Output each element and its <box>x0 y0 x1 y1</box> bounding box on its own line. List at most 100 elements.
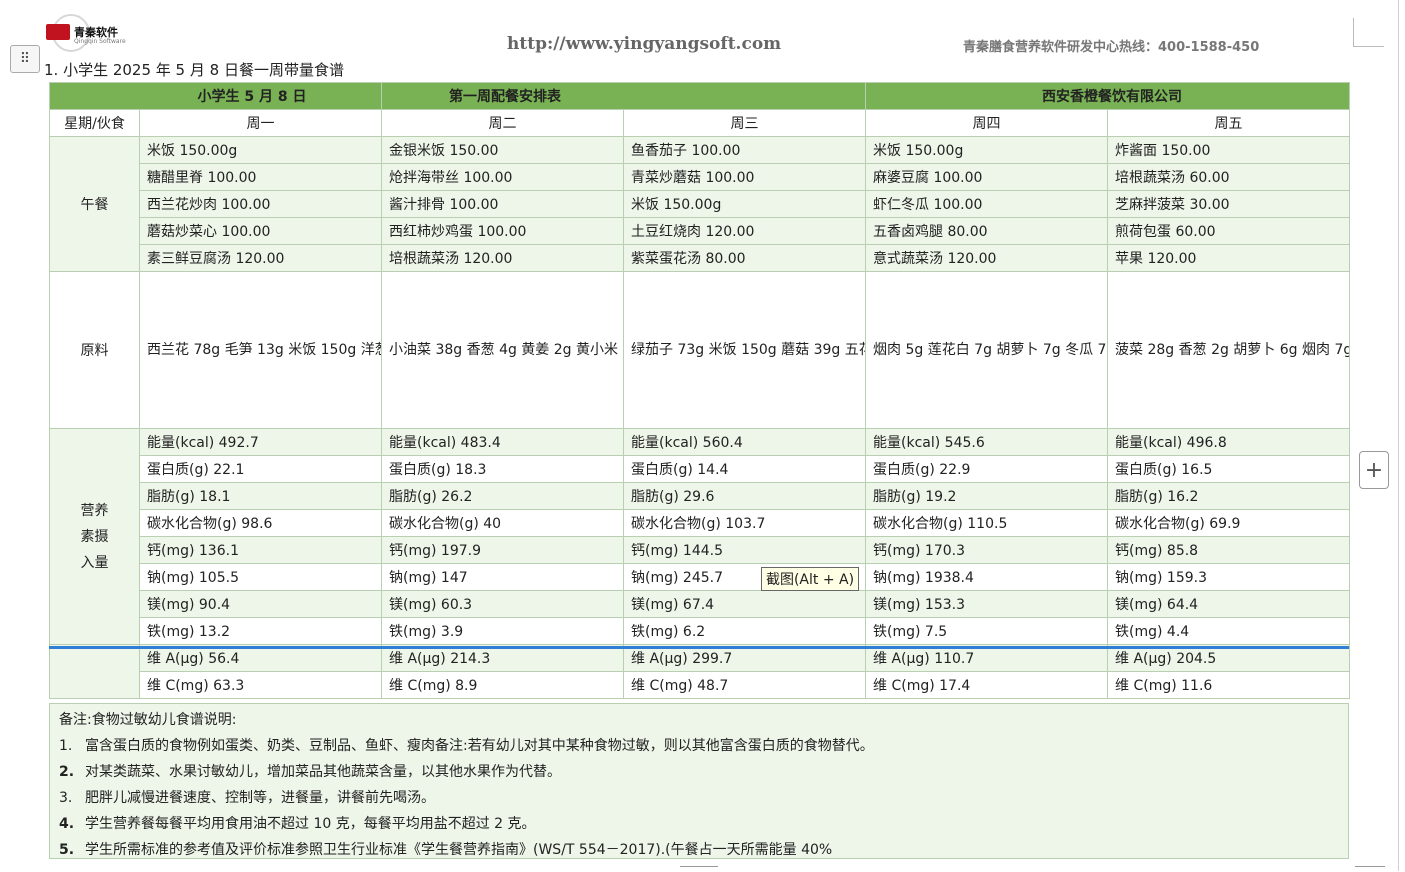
ingredients-cell[interactable]: 绿茄子 73g 米饭 150g 蘑菇 39g 五花肉 79g 菜籽油 1g 芝麻… <box>623 271 867 429</box>
note-item: 2. 对某类蔬菜、水果讨敏幼儿，增加菜品其他蔬菜含量，以其他水果作为代替。 <box>59 761 561 781</box>
lunch-cell[interactable]: 土豆红烧肉 120.00 <box>623 217 867 245</box>
lunch-cell[interactable]: 糖醋里脊 100.00 <box>138 163 383 191</box>
nutrition-cell[interactable]: 能量(kcal) 483.4 <box>381 428 625 456</box>
nutrition-cell[interactable]: 钙(mg) 144.5 <box>623 536 867 564</box>
lunch-cell[interactable]: 西红柿炒鸡蛋 100.00 <box>381 217 625 245</box>
lunch-cell[interactable]: 炸酱面 150.00 <box>1107 136 1351 164</box>
lunch-cell[interactable]: 五香卤鸡腿 80.00 <box>865 217 1109 245</box>
nutrition-cell[interactable]: 脂肪(g) 29.6 <box>623 482 867 510</box>
nutrition-cell[interactable]: 能量(kcal) 545.6 <box>865 428 1109 456</box>
nutrition-cell[interactable]: 碳水化合物(g) 103.7 <box>623 509 867 537</box>
nutrition-cell[interactable]: 钠(mg) 147 <box>381 563 625 591</box>
nutrition-cell[interactable]: 脂肪(g) 16.2 <box>1107 482 1351 510</box>
nutrition-cell[interactable]: 蛋白质(g) 14.4 <box>623 455 867 483</box>
nutrition-cell[interactable]: 铁(mg) 7.5 <box>865 617 1109 645</box>
lunch-cell[interactable]: 虾仁冬瓜 100.00 <box>865 190 1109 218</box>
document-title: 1. 小学生 2025 年 5 月 8 日餐一周带量食谱 <box>44 61 344 79</box>
ingredients-cell[interactable]: 西兰花 78g 毛笋 13g 米饭 150g 洋葱 2g 紫皮大蒜 1g 白菜心… <box>138 271 383 429</box>
lunch-cell[interactable]: 煎荷包蛋 60.00 <box>1107 217 1351 245</box>
lunch-cell[interactable]: 米饭 150.00g <box>138 136 383 164</box>
note-item: 1. 富含蛋白质的食物例如蛋类、奶类、豆制品、鱼虾、瘦肉备注:若有幼儿对其中某种食… <box>59 735 874 755</box>
nutrition-cell[interactable]: 脂肪(g) 26.2 <box>381 482 625 510</box>
nutrition-cell[interactable]: 蛋白质(g) 22.1 <box>138 455 383 483</box>
nutrition-cell[interactable]: 脂肪(g) 18.1 <box>138 482 383 510</box>
logo-subtext: Qingqin Software <box>74 38 126 45</box>
nutrition-row: 蛋白质(g) 22.1 蛋白质(g) 18.3 蛋白质(g) 14.4 蛋白质(… <box>50 455 1351 483</box>
nutrition-cell[interactable]: 镁(mg) 67.4 <box>623 590 867 618</box>
nutrition-cell[interactable]: 镁(mg) 90.4 <box>138 590 383 618</box>
header-url[interactable]: http://www.yingyangsoft.com <box>507 34 781 54</box>
lunch-cell[interactable]: 西兰花炒肉 100.00 <box>138 190 383 218</box>
nutrition-cell[interactable]: 碳水化合物(g) 40 <box>381 509 625 537</box>
lunch-cell[interactable]: 培根蔬菜汤 60.00 <box>1107 163 1351 191</box>
title-left: 小学生 5 月 8 日 <box>48 82 383 110</box>
vitamin-row: 维 C(mg) 63.3 维 C(mg) 8.9 维 C(mg) 48.7 维 … <box>50 671 1351 699</box>
lunch-cell[interactable]: 青菜炒蘑菇 100.00 <box>623 163 867 191</box>
nutrition-cell[interactable]: 钙(mg) 136.1 <box>138 536 383 564</box>
header-hotline: 青秦膳食营养软件研发中心热线：400-1588-450 <box>963 40 1260 55</box>
nutrition-cell[interactable]: 蛋白质(g) 18.3 <box>381 455 625 483</box>
lunch-row: 素三鲜豆腐汤 120.00 培根蔬菜汤 120.00 紫菜蛋花汤 80.00 意… <box>50 244 1351 272</box>
lunch-cell[interactable]: 紫菜蛋花汤 80.00 <box>623 244 867 272</box>
ingredients-row: 原料 西兰花 78g 毛笋 13g 米饭 150g 洋葱 2g 紫皮大蒜 1g … <box>49 271 1351 429</box>
nutrition-row: 钙(mg) 136.1 钙(mg) 197.9 钙(mg) 144.5 钙(mg… <box>50 536 1351 564</box>
nutrition-cell[interactable]: 脂肪(g) 19.2 <box>865 482 1109 510</box>
nutrition-cell[interactable]: 铁(mg) 6.2 <box>623 617 867 645</box>
nutrition-cell[interactable]: 镁(mg) 60.3 <box>381 590 625 618</box>
nutrition-cell[interactable]: 能量(kcal) 492.7 <box>138 428 383 456</box>
lunch-cell[interactable]: 酱汁排骨 100.00 <box>381 190 625 218</box>
page-corner-mark <box>1353 18 1384 47</box>
nutrition-cell[interactable]: 蛋白质(g) 16.5 <box>1107 455 1351 483</box>
lunch-cell[interactable]: 培根蔬菜汤 120.00 <box>381 244 625 272</box>
day-header: 周一 <box>138 109 383 137</box>
lunch-cell[interactable]: 米饭 150.00g <box>865 136 1109 164</box>
ingredients-cell[interactable]: 菠菜 28g 香葱 2g 胡萝卜 6g 烟肉 7g 干切面条 57g 西红柿 5… <box>1107 271 1351 429</box>
nutrition-cell[interactable]: 镁(mg) 64.4 <box>1107 590 1351 618</box>
nutrition-cell[interactable]: 碳水化合物(g) 98.6 <box>138 509 383 537</box>
vitamin-cell[interactable]: 维 C(mg) 63.3 <box>138 671 383 699</box>
lunch-cell[interactable]: 意式蔬菜汤 120.00 <box>865 244 1109 272</box>
nutrition-cell[interactable]: 钠(mg) 1938.4 <box>865 563 1109 591</box>
nutrition-cell[interactable]: 铁(mg) 3.9 <box>381 617 625 645</box>
lunch-cell[interactable]: 鱼香茄子 100.00 <box>623 136 867 164</box>
nutrition-cell[interactable]: 铁(mg) 4.4 <box>1107 617 1351 645</box>
lunch-cell[interactable]: 蘑菇炒菜心 100.00 <box>138 217 383 245</box>
lunch-cell[interactable]: 麻婆豆腐 100.00 <box>865 163 1109 191</box>
add-row-plus-icon[interactable]: + <box>1359 451 1389 489</box>
lunch-cell[interactable]: 炝拌海带丝 100.00 <box>381 163 625 191</box>
vitamin-cell[interactable]: 维 C(mg) 11.6 <box>1107 671 1351 699</box>
notes-box: 备注:食物过敏幼儿食谱说明: 1. 富含蛋白质的食物例如蛋类、奶类、豆制品、鱼虾、… <box>49 703 1349 859</box>
title-mid: 第一周配餐安排表 <box>381 82 867 110</box>
note-number: 1. <box>59 738 73 754</box>
nutrition-cell[interactable]: 碳水化合物(g) 110.5 <box>865 509 1109 537</box>
vitamin-cell[interactable]: 维 C(mg) 48.7 <box>623 671 867 699</box>
nutrition-cell[interactable]: 钠(mg) 159.3 <box>1107 563 1351 591</box>
nutrition-cell[interactable]: 镁(mg) 153.3 <box>865 590 1109 618</box>
lunch-cell[interactable]: 苹果 120.00 <box>1107 244 1351 272</box>
nutrition-cell[interactable]: 钠(mg) 105.5 <box>138 563 383 591</box>
nutrition-cell[interactable]: 能量(kcal) 496.8 <box>1107 428 1351 456</box>
note-item: 4. 学生营养餐每餐平均用食用油不超过 10 克，每餐平均用盐不超过 2 克。 <box>59 813 536 833</box>
page-bottom-mark <box>680 866 718 872</box>
note-number: 4. <box>59 816 75 832</box>
nutrition-cell[interactable]: 钙(mg) 197.9 <box>381 536 625 564</box>
nutrition-cell[interactable]: 钙(mg) 85.8 <box>1107 536 1351 564</box>
ingredients-cell[interactable]: 烟肉 5g 莲花白 7g 胡萝卜 7g 冬瓜 75g 花椒 2g 香菜 1g 糟… <box>865 271 1109 429</box>
lunch-cell[interactable]: 金银米饭 150.00 <box>381 136 625 164</box>
nutrition-cell[interactable]: 钙(mg) 170.3 <box>865 536 1109 564</box>
nutrition-cell[interactable]: 蛋白质(g) 22.9 <box>865 455 1109 483</box>
ingredients-cell[interactable]: 小油菜 38g 香葱 4g 黄姜 2g 黄小米 10g 大米 90g 烟肉 14… <box>381 271 625 429</box>
lunch-cell[interactable]: 米饭 150.00g <box>623 190 867 218</box>
vitamin-cell[interactable]: 维 C(mg) 8.9 <box>381 671 625 699</box>
vitamin-cell[interactable]: 维 C(mg) 17.4 <box>865 671 1109 699</box>
lunch-cell[interactable]: 素三鲜豆腐汤 120.00 <box>138 244 383 272</box>
note-text: 富含蛋白质的食物例如蛋类、奶类、豆制品、鱼虾、瘦肉备注:若有幼儿对其中某种食物过… <box>85 738 874 754</box>
nutrition-cell[interactable]: 能量(kcal) 560.4 <box>623 428 867 456</box>
table-move-handle-icon[interactable]: ⠿ <box>10 45 40 73</box>
day-header: 周四 <box>865 109 1109 137</box>
nutrition-row: 营养素摄入量 能量(kcal) 492.7 能量(kcal) 483.4 能量(… <box>49 428 1351 645</box>
nutrition-cell[interactable]: 碳水化合物(g) 69.9 <box>1107 509 1351 537</box>
nutrition-cell[interactable]: 铁(mg) 13.2 <box>138 617 383 645</box>
lunch-cell[interactable]: 芝麻拌菠菜 30.00 <box>1107 190 1351 218</box>
note-text: 学生所需标准的参考值及评价标准参照卫生行业标准《学生餐营养指南》(WS/T 55… <box>85 842 833 858</box>
